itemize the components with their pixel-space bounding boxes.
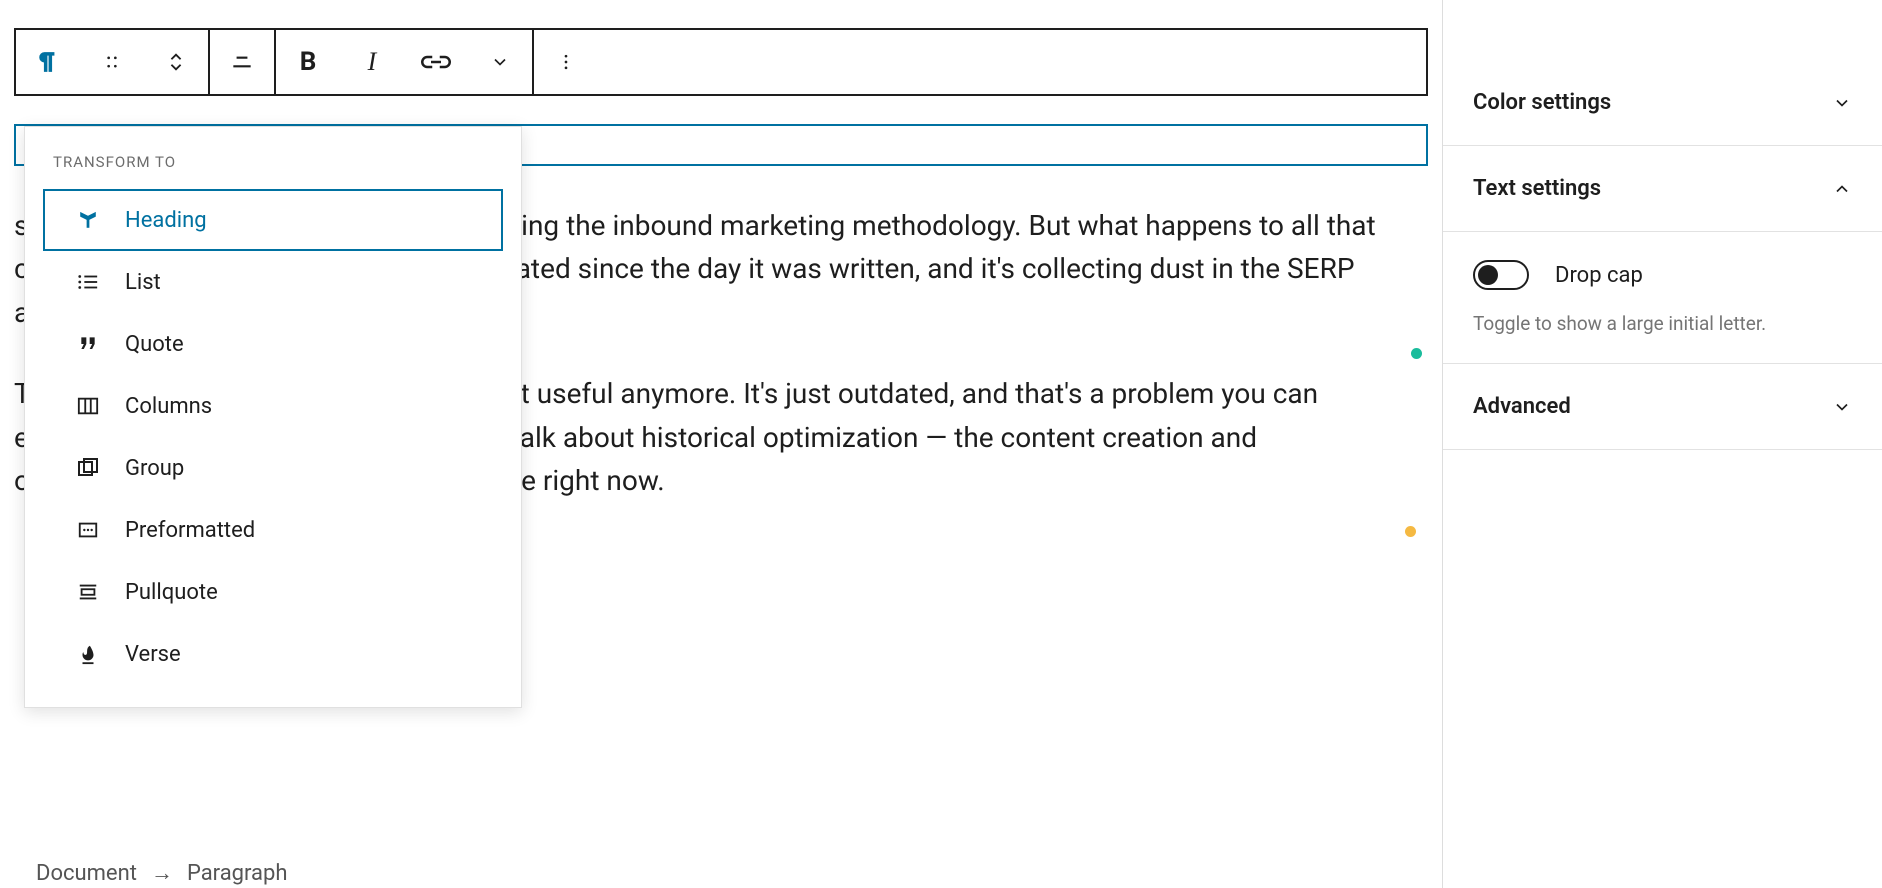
panel-title: Color settings (1473, 90, 1611, 115)
drag-handle-button[interactable] (80, 30, 144, 94)
panel-color-settings[interactable]: Color settings (1443, 60, 1882, 146)
preformatted-icon (73, 515, 103, 545)
link-button[interactable] (404, 30, 468, 94)
transform-item-label: Verse (125, 642, 181, 667)
toolbar-group-align (210, 30, 276, 94)
columns-icon (73, 391, 103, 421)
panel-text-settings[interactable]: Text settings (1443, 146, 1882, 232)
options-button[interactable] (534, 30, 598, 94)
move-updown-button[interactable] (144, 30, 208, 94)
transform-title: Transform to (25, 145, 521, 189)
transform-item-quote[interactable]: Quote (43, 313, 503, 375)
transform-item-label: List (125, 270, 161, 295)
paragraph-icon-button[interactable] (16, 30, 80, 94)
verse-icon (73, 639, 103, 669)
chevron-down-icon (490, 52, 510, 72)
dropcap-label: Drop cap (1555, 263, 1643, 288)
breadcrumb: Document → Paragraph (36, 860, 287, 886)
drag-handle-icon (102, 52, 122, 72)
dropcap-toggle[interactable] (1473, 260, 1529, 290)
transform-item-label: Preformatted (125, 518, 255, 543)
transform-item-columns[interactable]: Columns (43, 375, 503, 437)
transform-item-label: Pullquote (125, 580, 218, 605)
transform-item-label: Columns (125, 394, 212, 419)
settings-sidebar: Color settings Text settings Drop cap To… (1442, 0, 1882, 888)
transform-item-heading[interactable]: Heading (43, 189, 503, 251)
align-left-icon (229, 49, 255, 75)
breadcrumb-current[interactable]: Paragraph (187, 861, 288, 886)
transform-item-label: Quote (125, 332, 184, 357)
transform-popover: Transform to Heading List Quote Columns (24, 126, 522, 708)
transform-item-list[interactable]: List (43, 251, 503, 313)
toolbar-group-options (534, 30, 598, 94)
grammarly-dot-warn[interactable] (1405, 526, 1416, 537)
panel-title: Advanced (1473, 394, 1571, 419)
panel-advanced[interactable]: Advanced (1443, 364, 1882, 450)
transform-item-label: Heading (125, 208, 207, 233)
chevron-updown-icon (165, 48, 187, 76)
heading-icon (73, 205, 103, 235)
more-vertical-icon (556, 51, 576, 73)
block-toolbar: B I (14, 28, 1428, 96)
toolbar-group-block (16, 30, 210, 94)
group-icon (73, 453, 103, 483)
chevron-down-icon (1832, 93, 1852, 113)
chevron-up-icon (1832, 179, 1852, 199)
chevron-down-icon (1832, 397, 1852, 417)
transform-item-pullquote[interactable]: Pullquote (43, 561, 503, 623)
transform-item-group[interactable]: Group (43, 437, 503, 499)
quote-icon (73, 329, 103, 359)
toolbar-group-richtext: B I (276, 30, 534, 94)
panel-text-settings-body: Drop cap Toggle to show a large initial … (1443, 232, 1882, 364)
list-icon (73, 267, 103, 297)
panel-title: Text settings (1473, 176, 1601, 201)
transform-item-label: Group (125, 456, 184, 481)
more-richtext-button[interactable] (468, 30, 532, 94)
paragraph-icon (34, 48, 62, 76)
align-button[interactable] (210, 30, 274, 94)
dropcap-help: Toggle to show a large initial letter. (1473, 312, 1852, 335)
pullquote-icon (73, 577, 103, 607)
editor-main: B I H (0, 0, 1442, 888)
transform-item-verse[interactable]: Verse (43, 623, 503, 685)
breadcrumb-root[interactable]: Document (36, 861, 137, 886)
breadcrumb-sep: → (151, 860, 173, 886)
bold-button[interactable]: B (276, 30, 340, 94)
grammarly-dot-ok[interactable] (1411, 348, 1422, 359)
transform-item-preformatted[interactable]: Preformatted (43, 499, 503, 561)
italic-button[interactable]: I (340, 30, 404, 94)
link-icon (421, 51, 451, 73)
